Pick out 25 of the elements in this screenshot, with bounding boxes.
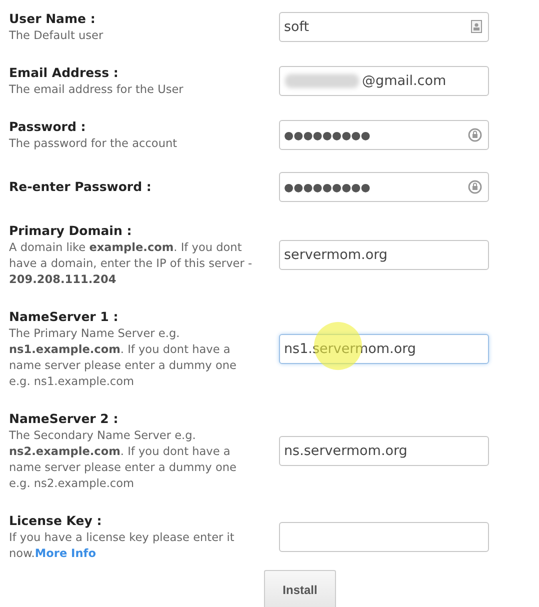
field-description: A domain like example.com. If you dont have a domain, enter the IP of this server - 209.208.111.204 (9, 240, 254, 288)
field-description: The password for the account (9, 136, 178, 152)
field-description: The email address for the User (9, 82, 184, 98)
field-description: The Primary Name Server e.g. ns1.example.com. If you dont have a name server please enter a dummy one e.g. ns1.example.com (9, 326, 238, 390)
input-field[interactable]: soft (279, 12, 489, 42)
field-label: Primary Domain : (9, 222, 133, 240)
field-description: The Default user (9, 28, 104, 44)
field-label: Password : (9, 118, 87, 136)
input-field[interactable]: ●●●●●●●●● (279, 120, 489, 150)
field-label: License Key : (9, 512, 103, 530)
input-field[interactable]: servermom.org (279, 240, 489, 270)
input-field[interactable]: ●●●●●●●●● (279, 172, 489, 202)
field-description: The Secondary Name Server e.g. ns2.example.com. If you dont have a name server please enter a dummy one e.g. ns2.example.com (9, 428, 238, 492)
field-label: Re-enter Password : (9, 178, 152, 196)
install-button[interactable]: Install (264, 570, 336, 607)
input-field[interactable] (279, 522, 489, 552)
field-label: User Name : (9, 10, 96, 28)
field-label: NameServer 2 : (9, 410, 120, 428)
field-label: Email Address : (9, 64, 120, 82)
input-field[interactable]: ns.servermom.org (279, 436, 489, 466)
lock-icon (468, 128, 482, 142)
field-description: If you have a license key please enter it now.More Info (9, 530, 236, 562)
field-label: NameServer 1 : (9, 308, 120, 326)
lock-icon (468, 180, 482, 194)
contact-card-icon (471, 20, 482, 33)
